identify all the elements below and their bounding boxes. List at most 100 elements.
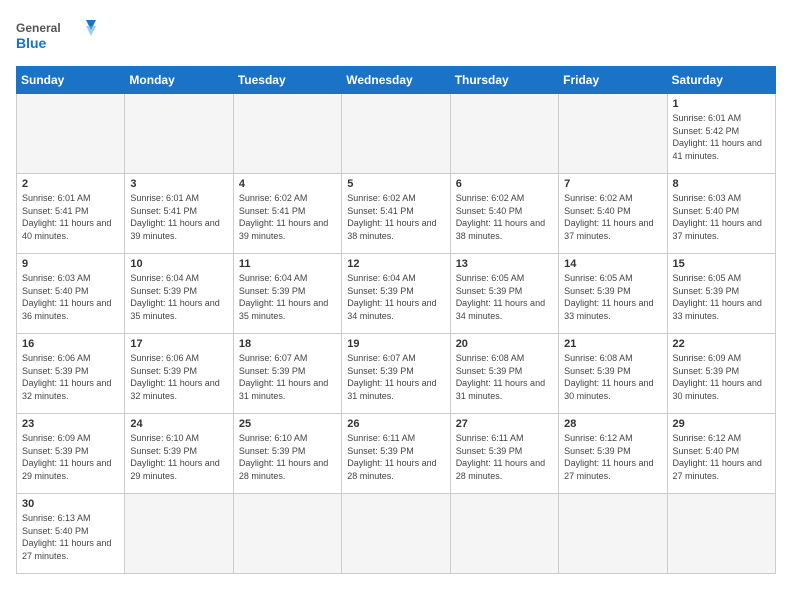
day-info: Sunrise: 6:13 AMSunset: 5:40 PMDaylight:…: [22, 512, 119, 562]
day-number: 11: [239, 258, 336, 270]
day-info: Sunrise: 6:09 AMSunset: 5:39 PMDaylight:…: [673, 352, 770, 402]
calendar-cell: 4 Sunrise: 6:02 AMSunset: 5:41 PMDaylight…: [233, 174, 341, 254]
calendar-cell: 21 Sunrise: 6:08 AMSunset: 5:39 PMDayligh…: [559, 334, 667, 414]
calendar-cell: 28Sunrise: 6:12 AMSunset: 5:39 PMDayligh…: [559, 414, 667, 494]
col-header-wednesday: Wednesday: [342, 67, 450, 94]
day-number: 2: [22, 178, 119, 190]
calendar-cell: [559, 94, 667, 174]
day-info: Sunrise: 6:10 AMSunset: 5:39 PMDaylight:…: [130, 432, 227, 482]
day-info: Sunrise: 6:05 AMSunset: 5:39 PMDaylight:…: [564, 272, 661, 322]
calendar-cell: [233, 494, 341, 574]
calendar-week-5: 23Sunrise: 6:09 AMSunset: 5:39 PMDayligh…: [17, 414, 776, 494]
day-number: 14: [564, 258, 661, 270]
col-header-saturday: Saturday: [667, 67, 775, 94]
day-number: 12: [347, 258, 444, 270]
calendar-cell: 3Sunrise: 6:01 AMSunset: 5:41 PMDaylight…: [125, 174, 233, 254]
calendar-cell: [559, 494, 667, 574]
day-info: Sunrise: 6:08 AMSunset: 5:39 PMDaylight:…: [564, 352, 661, 402]
day-info: Sunrise: 6:11 AMSunset: 5:39 PMDaylight:…: [347, 432, 444, 482]
day-info: Sunrise: 6:05 AMSunset: 5:39 PMDaylight:…: [456, 272, 553, 322]
calendar-cell: 30Sunrise: 6:13 AMSunset: 5:40 PMDayligh…: [17, 494, 125, 574]
day-info: Sunrise: 6:07 AMSunset: 5:39 PMDaylight:…: [347, 352, 444, 402]
calendar-week-4: 16Sunrise: 6:06 AMSunset: 5:39 PMDayligh…: [17, 334, 776, 414]
day-number: 7: [564, 178, 661, 190]
calendar-cell: 10 Sunrise: 6:04 AMSunset: 5:39 PMDayligh…: [125, 254, 233, 334]
calendar-header-row: SundayMondayTuesdayWednesdayThursdayFrid…: [17, 67, 776, 94]
calendar-cell: 11 Sunrise: 6:04 AMSunset: 5:39 PMDayligh…: [233, 254, 341, 334]
day-info: Sunrise: 6:11 AMSunset: 5:39 PMDaylight:…: [456, 432, 553, 482]
calendar-cell: 16Sunrise: 6:06 AMSunset: 5:39 PMDayligh…: [17, 334, 125, 414]
calendar-week-2: 2 Sunrise: 6:01 AMSunset: 5:41 PMDaylight…: [17, 174, 776, 254]
calendar-cell: 24 Sunrise: 6:10 AMSunset: 5:39 PMDayligh…: [125, 414, 233, 494]
calendar-cell: [450, 494, 558, 574]
day-number: 8: [673, 178, 770, 190]
day-info: Sunrise: 6:10 AMSunset: 5:39 PMDaylight:…: [239, 432, 336, 482]
calendar-week-1: 1Sunrise: 6:01 AMSunset: 5:42 PMDaylight…: [17, 94, 776, 174]
day-number: 28: [564, 418, 661, 430]
calendar-cell: 14 Sunrise: 6:05 AMSunset: 5:39 PMDayligh…: [559, 254, 667, 334]
calendar-cell: [125, 94, 233, 174]
calendar-table: SundayMondayTuesdayWednesdayThursdayFrid…: [16, 66, 776, 574]
col-header-tuesday: Tuesday: [233, 67, 341, 94]
calendar-cell: [125, 494, 233, 574]
day-number: 21: [564, 338, 661, 350]
day-info: Sunrise: 6:02 AMSunset: 5:40 PMDaylight:…: [564, 192, 661, 242]
calendar-cell: 5Sunrise: 6:02 AMSunset: 5:41 PMDaylight…: [342, 174, 450, 254]
calendar-cell: 7 Sunrise: 6:02 AMSunset: 5:40 PMDaylight…: [559, 174, 667, 254]
day-info: Sunrise: 6:04 AMSunset: 5:39 PMDaylight:…: [347, 272, 444, 322]
calendar-cell: 26Sunrise: 6:11 AMSunset: 5:39 PMDayligh…: [342, 414, 450, 494]
logo: General Blue: [16, 16, 96, 56]
day-number: 29: [673, 418, 770, 430]
calendar-cell: 23Sunrise: 6:09 AMSunset: 5:39 PMDayligh…: [17, 414, 125, 494]
calendar-cell: 13 Sunrise: 6:05 AMSunset: 5:39 PMDayligh…: [450, 254, 558, 334]
day-info: Sunrise: 6:07 AMSunset: 5:39 PMDaylight:…: [239, 352, 336, 402]
day-number: 13: [456, 258, 553, 270]
calendar-cell: 25 Sunrise: 6:10 AMSunset: 5:39 PMDayligh…: [233, 414, 341, 494]
day-number: 3: [130, 178, 227, 190]
day-info: Sunrise: 6:06 AMSunset: 5:39 PMDaylight:…: [130, 352, 227, 402]
day-info: Sunrise: 6:02 AMSunset: 5:40 PMDaylight:…: [456, 192, 553, 242]
calendar-cell: [17, 94, 125, 174]
calendar-cell: [342, 494, 450, 574]
day-info: Sunrise: 6:03 AMSunset: 5:40 PMDaylight:…: [673, 192, 770, 242]
page-header: General Blue: [16, 16, 776, 56]
calendar-cell: 15Sunrise: 6:05 AMSunset: 5:39 PMDayligh…: [667, 254, 775, 334]
day-number: 19: [347, 338, 444, 350]
day-number: 4: [239, 178, 336, 190]
calendar-cell: 6Sunrise: 6:02 AMSunset: 5:40 PMDaylight…: [450, 174, 558, 254]
day-number: 20: [456, 338, 553, 350]
calendar-cell: 27 Sunrise: 6:11 AMSunset: 5:39 PMDayligh…: [450, 414, 558, 494]
svg-text:General: General: [16, 21, 61, 35]
calendar-week-6: 30Sunrise: 6:13 AMSunset: 5:40 PMDayligh…: [17, 494, 776, 574]
day-number: 5: [347, 178, 444, 190]
day-number: 10: [130, 258, 227, 270]
day-number: 27: [456, 418, 553, 430]
day-number: 24: [130, 418, 227, 430]
day-info: Sunrise: 6:04 AMSunset: 5:39 PMDaylight:…: [239, 272, 336, 322]
col-header-monday: Monday: [125, 67, 233, 94]
day-info: Sunrise: 6:08 AMSunset: 5:39 PMDaylight:…: [456, 352, 553, 402]
day-info: Sunrise: 6:06 AMSunset: 5:39 PMDaylight:…: [22, 352, 119, 402]
calendar-cell: 1Sunrise: 6:01 AMSunset: 5:42 PMDaylight…: [667, 94, 775, 174]
calendar-cell: 19 Sunrise: 6:07 AMSunset: 5:39 PMDayligh…: [342, 334, 450, 414]
col-header-sunday: Sunday: [17, 67, 125, 94]
day-info: Sunrise: 6:01 AMSunset: 5:41 PMDaylight:…: [22, 192, 119, 242]
calendar-cell: 12 Sunrise: 6:04 AMSunset: 5:39 PMDayligh…: [342, 254, 450, 334]
calendar-cell: [342, 94, 450, 174]
calendar-cell: 22Sunrise: 6:09 AMSunset: 5:39 PMDayligh…: [667, 334, 775, 414]
day-info: Sunrise: 6:02 AMSunset: 5:41 PMDaylight:…: [239, 192, 336, 242]
day-info: Sunrise: 6:04 AMSunset: 5:39 PMDaylight:…: [130, 272, 227, 322]
day-number: 23: [22, 418, 119, 430]
day-number: 9: [22, 258, 119, 270]
calendar-cell: [450, 94, 558, 174]
calendar-cell: 29Sunrise: 6:12 AMSunset: 5:40 PMDayligh…: [667, 414, 775, 494]
logo-svg: General Blue: [16, 16, 96, 56]
calendar-cell: 9 Sunrise: 6:03 AMSunset: 5:40 PMDaylight…: [17, 254, 125, 334]
day-number: 15: [673, 258, 770, 270]
day-number: 1: [673, 98, 770, 110]
day-number: 25: [239, 418, 336, 430]
day-number: 18: [239, 338, 336, 350]
day-info: Sunrise: 6:03 AMSunset: 5:40 PMDaylight:…: [22, 272, 119, 322]
calendar-cell: 18 Sunrise: 6:07 AMSunset: 5:39 PMDayligh…: [233, 334, 341, 414]
calendar-week-3: 9 Sunrise: 6:03 AMSunset: 5:40 PMDaylight…: [17, 254, 776, 334]
